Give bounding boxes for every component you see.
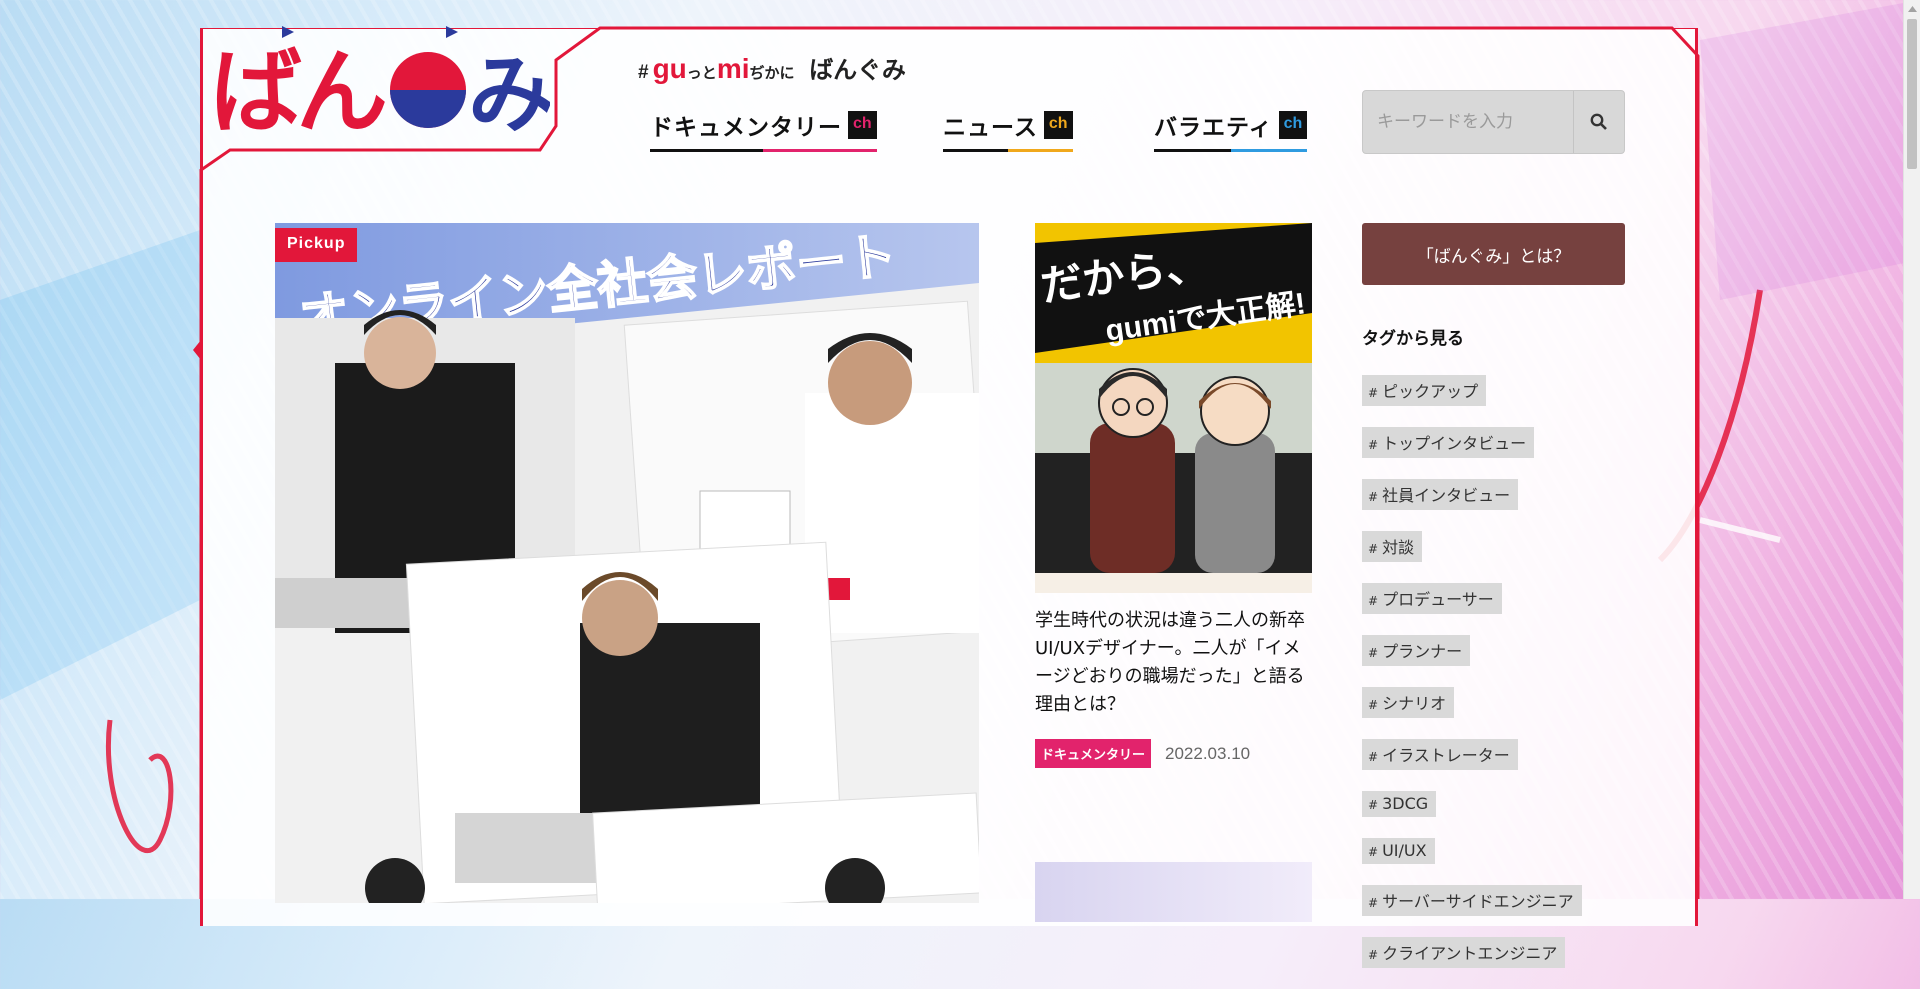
hash-icon: # — [1368, 542, 1379, 556]
bangumi-logo[interactable]: ばん み — [210, 26, 550, 136]
tag-label: 3DCG — [1382, 794, 1429, 813]
article-thumbnail-art: だから、 gumiで大正解! — [1035, 223, 1312, 593]
tagline-tto: っと — [686, 65, 717, 82]
svg-text:ばん: ばん — [210, 42, 385, 136]
tag-label: 対談 — [1382, 538, 1415, 557]
nav-underline — [650, 149, 877, 152]
tag-item[interactable]: # トップインタビュー — [1362, 427, 1535, 458]
article-title[interactable]: 学生時代の状況は違う二人の新卒UI/UXデザイナー。二人が「イメージどおりの職場… — [1035, 607, 1312, 719]
nav-variety-label: バラエティ — [1154, 114, 1273, 140]
tagline: # guっとmiぢかに ばんぐみ — [638, 50, 906, 85]
nav-underline — [943, 149, 1073, 152]
tag-label: シナリオ — [1382, 694, 1447, 713]
tag-item[interactable]: # 社員インタビュー — [1362, 479, 1519, 510]
tag-label: UI/UX — [1382, 841, 1427, 860]
tag-label: クライアントエンジニア — [1382, 944, 1558, 963]
article-thumbnail[interactable]: だから、 gumiで大正解! — [1035, 223, 1312, 593]
hash-icon: # — [1368, 750, 1379, 764]
tag-list: # ピックアップ # トップインタビュー # 社員インタビュー # 対談 # プロデューサ… — [1362, 375, 1662, 989]
hash-icon: # — [1368, 845, 1379, 859]
hash-icon: # — [1368, 646, 1379, 660]
next-article-thumbnail[interactable] — [1035, 862, 1312, 922]
nav-underline — [1154, 149, 1308, 152]
tag-item[interactable]: # ピックアップ — [1362, 375, 1487, 406]
article-meta: ドキュメンタリー 2022.03.10 — [1035, 739, 1312, 768]
scroll-up-arrow-icon[interactable] — [1904, 0, 1920, 17]
article-card[interactable]: だから、 gumiで大正解! 学生時代の状況は違う二人の新卒UI/UXデザイナー… — [1035, 223, 1312, 768]
hash-icon: # — [1368, 490, 1379, 504]
about-bangumi-button[interactable]: 「ばんぐみ」とは？ — [1362, 223, 1625, 285]
tag-item[interactable]: # プランナー — [1362, 635, 1471, 666]
tagline-name: ばんぐみ — [809, 57, 906, 84]
tag-label: トップインタビュー — [1382, 434, 1527, 453]
tag-item[interactable]: #3DCG — [1362, 791, 1437, 817]
tag-label: イラストレーター — [1382, 746, 1510, 765]
hash-icon: # — [1368, 386, 1379, 400]
hash-icon: # — [1368, 698, 1379, 712]
pickup-article-image[interactable]: オンライン全社会レポート — [275, 223, 979, 903]
tag-label: プロデューサー — [1382, 590, 1494, 609]
scrollbar-thumb[interactable] — [1907, 19, 1917, 169]
search-input[interactable] — [1363, 91, 1573, 153]
ch-badge: ch — [1278, 111, 1308, 139]
tagline-mi: mi — [716, 53, 750, 84]
hash-icon: # — [1368, 438, 1379, 452]
nav-news-label: ニュース — [943, 114, 1038, 140]
nav-news[interactable]: ニュース ch — [943, 108, 1073, 152]
tag-label: サーバーサイドエンジニア — [1382, 892, 1574, 911]
hash-icon: # — [1368, 896, 1379, 910]
hash-icon: # — [1368, 594, 1379, 608]
tag-item[interactable]: # イラストレーター — [1362, 739, 1518, 770]
tag-item[interactable]: # UI/UX — [1362, 838, 1435, 864]
tag-label: ピックアップ — [1382, 382, 1479, 401]
ch-badge: ch — [848, 111, 877, 139]
svg-text:み: み — [468, 47, 550, 136]
ch-badge: ch — [1043, 111, 1073, 139]
article-date: 2022.03.10 — [1165, 743, 1251, 763]
hash-icon: # — [1368, 948, 1379, 962]
tag-item[interactable]: # プロデューサー — [1362, 583, 1502, 614]
nav-variety[interactable]: バラエティ ch — [1154, 108, 1308, 152]
search-icon — [1590, 113, 1607, 130]
hash-icon: # — [1368, 798, 1379, 812]
tagline-gu: gu — [652, 53, 687, 84]
page-scrollbar[interactable] — [1903, 0, 1920, 899]
pickup-photo-collage: オンライン全社会レポート — [275, 223, 979, 903]
pickup-badge: Pickup — [275, 228, 358, 262]
search-box — [1362, 90, 1625, 154]
nav-documentary[interactable]: ドキュメンタリー ch — [650, 108, 877, 152]
nav-documentary-label: ドキュメンタリー — [650, 114, 842, 140]
tag-label: 社員インタビュー — [1382, 486, 1511, 505]
tag-item[interactable]: # 対談 — [1362, 531, 1423, 562]
tag-label: プランナー — [1382, 642, 1463, 661]
tag-item[interactable]: # クライアントエンジニア — [1362, 937, 1566, 968]
category-badge[interactable]: ドキュメンタリー — [1035, 739, 1152, 768]
tag-item[interactable]: # シナリオ — [1362, 687, 1455, 718]
tags-heading: タグから見る — [1362, 329, 1464, 349]
tagline-hash: # — [638, 62, 649, 83]
tag-item[interactable]: # サーバーサイドエンジニア — [1362, 885, 1582, 916]
tagline-chika: ぢかに — [749, 65, 795, 82]
search-button[interactable] — [1573, 91, 1624, 153]
